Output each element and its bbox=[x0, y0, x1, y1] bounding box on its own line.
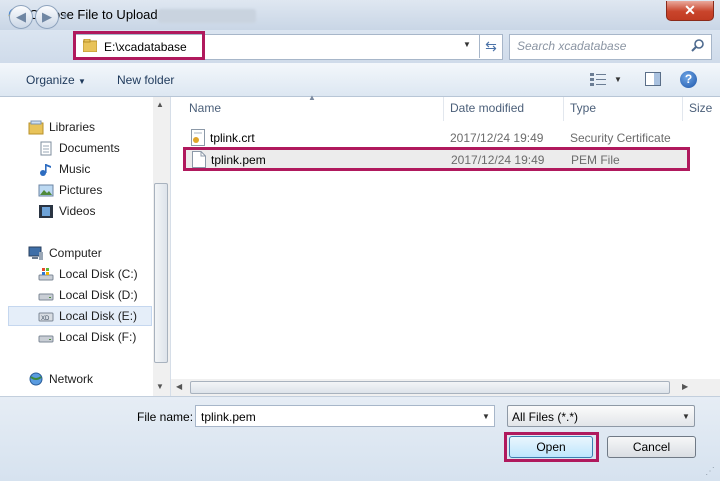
file-name-label: File name: bbox=[137, 410, 194, 424]
nav-scroll-thumb[interactable] bbox=[154, 183, 168, 363]
refresh-icon[interactable]: ⇆ bbox=[479, 34, 502, 58]
column-header-date-modified[interactable]: Date modified bbox=[450, 101, 524, 115]
scroll-right-icon[interactable]: ▶ bbox=[682, 382, 688, 391]
address-dropdown-icon[interactable]: ▼ bbox=[463, 40, 471, 49]
column-header-size[interactable]: Size bbox=[689, 101, 712, 115]
command-toolbar bbox=[0, 63, 720, 97]
svg-text:XD: XD bbox=[41, 316, 50, 322]
documents-icon bbox=[40, 141, 52, 156]
address-highlight-box bbox=[73, 31, 205, 60]
libraries-icon bbox=[28, 120, 44, 135]
scroll-down-icon[interactable]: ▼ bbox=[156, 382, 164, 391]
column-header-name[interactable]: Name bbox=[189, 101, 221, 115]
file-name-value: tplink.pem bbox=[201, 410, 256, 424]
nav-label: Libraries bbox=[49, 120, 96, 134]
nav-label: Local Disk (D:) bbox=[59, 288, 138, 302]
new-folder-button[interactable]: New folder bbox=[117, 73, 174, 87]
nav-label: Network bbox=[49, 372, 94, 386]
pictures-icon bbox=[38, 184, 54, 197]
music-icon bbox=[40, 164, 51, 176]
file-type: Security Certificate bbox=[570, 131, 671, 145]
nav-label: Computer bbox=[49, 246, 102, 260]
back-button[interactable]: ◀ bbox=[9, 5, 33, 29]
open-button-highlight-box bbox=[504, 432, 599, 462]
organize-label: Organize bbox=[26, 73, 75, 87]
nav-label: Local Disk (E:) bbox=[59, 309, 138, 323]
resize-grip-icon[interactable]: ⋰ bbox=[705, 466, 715, 477]
column-divider[interactable] bbox=[443, 97, 444, 121]
sort-ascending-icon: ▲ bbox=[308, 93, 316, 102]
column-header-type[interactable]: Type bbox=[570, 101, 596, 115]
search-placeholder: Search xcadatabase bbox=[517, 39, 627, 53]
selected-file-highlight-box bbox=[183, 147, 690, 171]
close-button[interactable]: ✕ bbox=[666, 1, 714, 21]
videos-icon bbox=[39, 205, 53, 218]
column-divider[interactable] bbox=[563, 97, 564, 121]
disk-c-icon bbox=[38, 268, 54, 281]
nav-label: Local Disk (F:) bbox=[59, 330, 137, 344]
preview-pane-icon[interactable] bbox=[645, 72, 661, 86]
file-type-filter-value: All Files (*.*) bbox=[512, 410, 579, 424]
network-icon bbox=[29, 372, 43, 386]
nav-label: Pictures bbox=[59, 183, 103, 197]
chevron-down-icon: ▼ bbox=[78, 77, 86, 86]
horizontal-scroll-thumb[interactable] bbox=[190, 381, 670, 394]
help-icon[interactable]: ? bbox=[680, 71, 697, 88]
scroll-left-icon[interactable]: ◀ bbox=[176, 382, 182, 391]
certificate-file-icon bbox=[191, 129, 205, 146]
nav-label: Music bbox=[59, 162, 91, 176]
scroll-up-icon[interactable]: ▲ bbox=[156, 100, 164, 109]
blurred-title-region bbox=[158, 9, 256, 23]
disk-e-icon: XD bbox=[38, 312, 54, 322]
computer-icon bbox=[28, 246, 43, 260]
column-divider[interactable] bbox=[682, 97, 683, 121]
recent-pages-icon[interactable]: ▼ bbox=[61, 12, 69, 21]
file-date: 2017/12/24 19:49 bbox=[450, 131, 544, 145]
nav-label: Documents bbox=[59, 141, 120, 155]
organize-menu[interactable]: Organize ▼ bbox=[26, 73, 86, 87]
disk-icon bbox=[38, 335, 54, 343]
filter-dropdown-icon[interactable]: ▼ bbox=[682, 412, 690, 421]
nav-label: Local Disk (C:) bbox=[59, 267, 138, 281]
disk-icon bbox=[38, 293, 54, 301]
file-name: tplink.crt bbox=[210, 131, 255, 145]
cancel-button[interactable]: Cancel bbox=[607, 436, 696, 458]
forward-button[interactable]: ▶ bbox=[35, 5, 59, 29]
change-view-icon[interactable] bbox=[590, 73, 606, 86]
file-row-tplink-crt[interactable]: tplink.crt 2017/12/24 19:49 Security Cer… bbox=[183, 127, 690, 148]
file-name-dropdown-icon[interactable]: ▼ bbox=[482, 412, 490, 421]
search-icon[interactable] bbox=[691, 38, 705, 52]
nav-label: Videos bbox=[59, 204, 96, 218]
view-options-dropdown-icon[interactable]: ▼ bbox=[614, 75, 622, 84]
